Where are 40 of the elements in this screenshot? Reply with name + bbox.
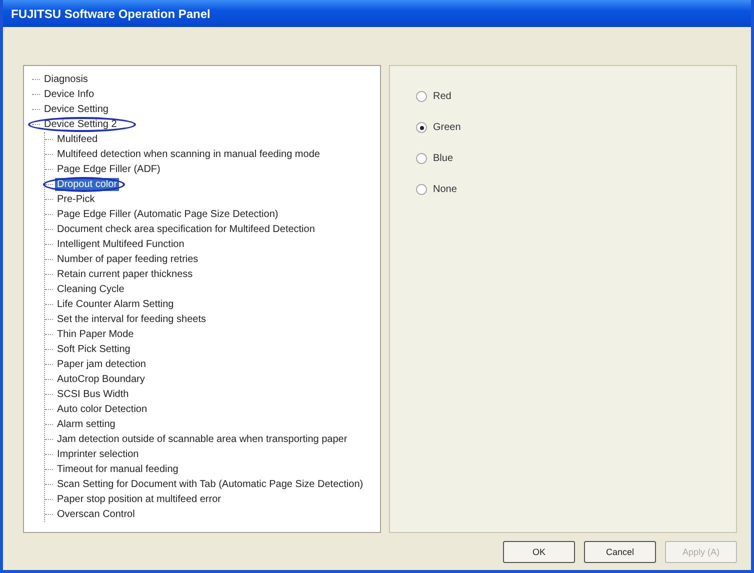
tree-item[interactable]: Paper jam detection: [55, 358, 148, 371]
tree-item[interactable]: Soft Pick Setting: [55, 343, 132, 356]
radio-button[interactable]: [416, 153, 427, 164]
dialog-button[interactable]: OK: [503, 541, 575, 563]
tree-item[interactable]: Document check area specification for Multifeed Detection: [55, 223, 317, 236]
tree-item[interactable]: Number of paper feeding retries: [55, 253, 200, 266]
tree-item[interactable]: Device Info: [42, 88, 96, 101]
radio-label: Red: [433, 91, 452, 102]
window-title: FUJITSU Software Operation Panel: [11, 6, 210, 20]
tree-item[interactable]: Intelligent Multifeed Function: [55, 238, 186, 251]
tree-item[interactable]: Life Counter Alarm Setting: [55, 298, 176, 311]
tree-item[interactable]: Retain current paper thickness: [55, 268, 195, 281]
radio-button[interactable]: [416, 91, 427, 102]
tree-item[interactable]: Multifeed detection when scanning in manual feeding mode: [55, 148, 322, 161]
tree-item[interactable]: Jam detection outside of scannable area when transporting paper: [55, 433, 350, 446]
tree-item[interactable]: Device Setting 2: [42, 118, 119, 131]
tree-item[interactable]: Overscan Control: [55, 508, 137, 521]
dialog-button[interactable]: Cancel: [584, 541, 656, 563]
tree-item[interactable]: Pre-Pick: [55, 193, 97, 206]
tree-item[interactable]: Diagnosis: [42, 73, 90, 86]
radio-label: Green: [433, 122, 461, 133]
tree-item[interactable]: Cleaning Cycle: [55, 283, 126, 296]
tree-item[interactable]: Multifeed: [55, 133, 100, 146]
tree-item[interactable]: Auto color Detection: [55, 403, 150, 416]
tree-item[interactable]: Set the interval for feeding sheets: [55, 313, 208, 326]
radio-label: Blue: [433, 153, 454, 164]
tree-item[interactable]: SCSI Bus Width: [55, 388, 131, 401]
tree-item[interactable]: Device Setting: [42, 103, 110, 116]
tree-item[interactable]: Alarm setting: [55, 418, 118, 431]
radio-button[interactable]: [416, 122, 427, 133]
tree-item[interactable]: Scan Setting for Document with Tab (Automatic Page Size Detection): [55, 478, 366, 491]
tree-item[interactable]: Paper stop position at multifeed error: [55, 493, 223, 506]
tree-item[interactable]: Page Edge Filler (ADF): [55, 163, 162, 176]
radio-label: None: [433, 184, 457, 195]
tree-item[interactable]: AutoCrop Boundary: [55, 373, 147, 386]
tree-item[interactable]: Thin Paper Mode: [55, 328, 136, 341]
tree-item[interactable]: Imprinter selection: [55, 448, 141, 461]
tree-item[interactable]: Page Edge Filler (Automatic Page Size Detection): [55, 208, 280, 221]
radio-button[interactable]: [416, 184, 427, 195]
tree-item[interactable]: Timeout for manual feeding: [55, 463, 180, 476]
